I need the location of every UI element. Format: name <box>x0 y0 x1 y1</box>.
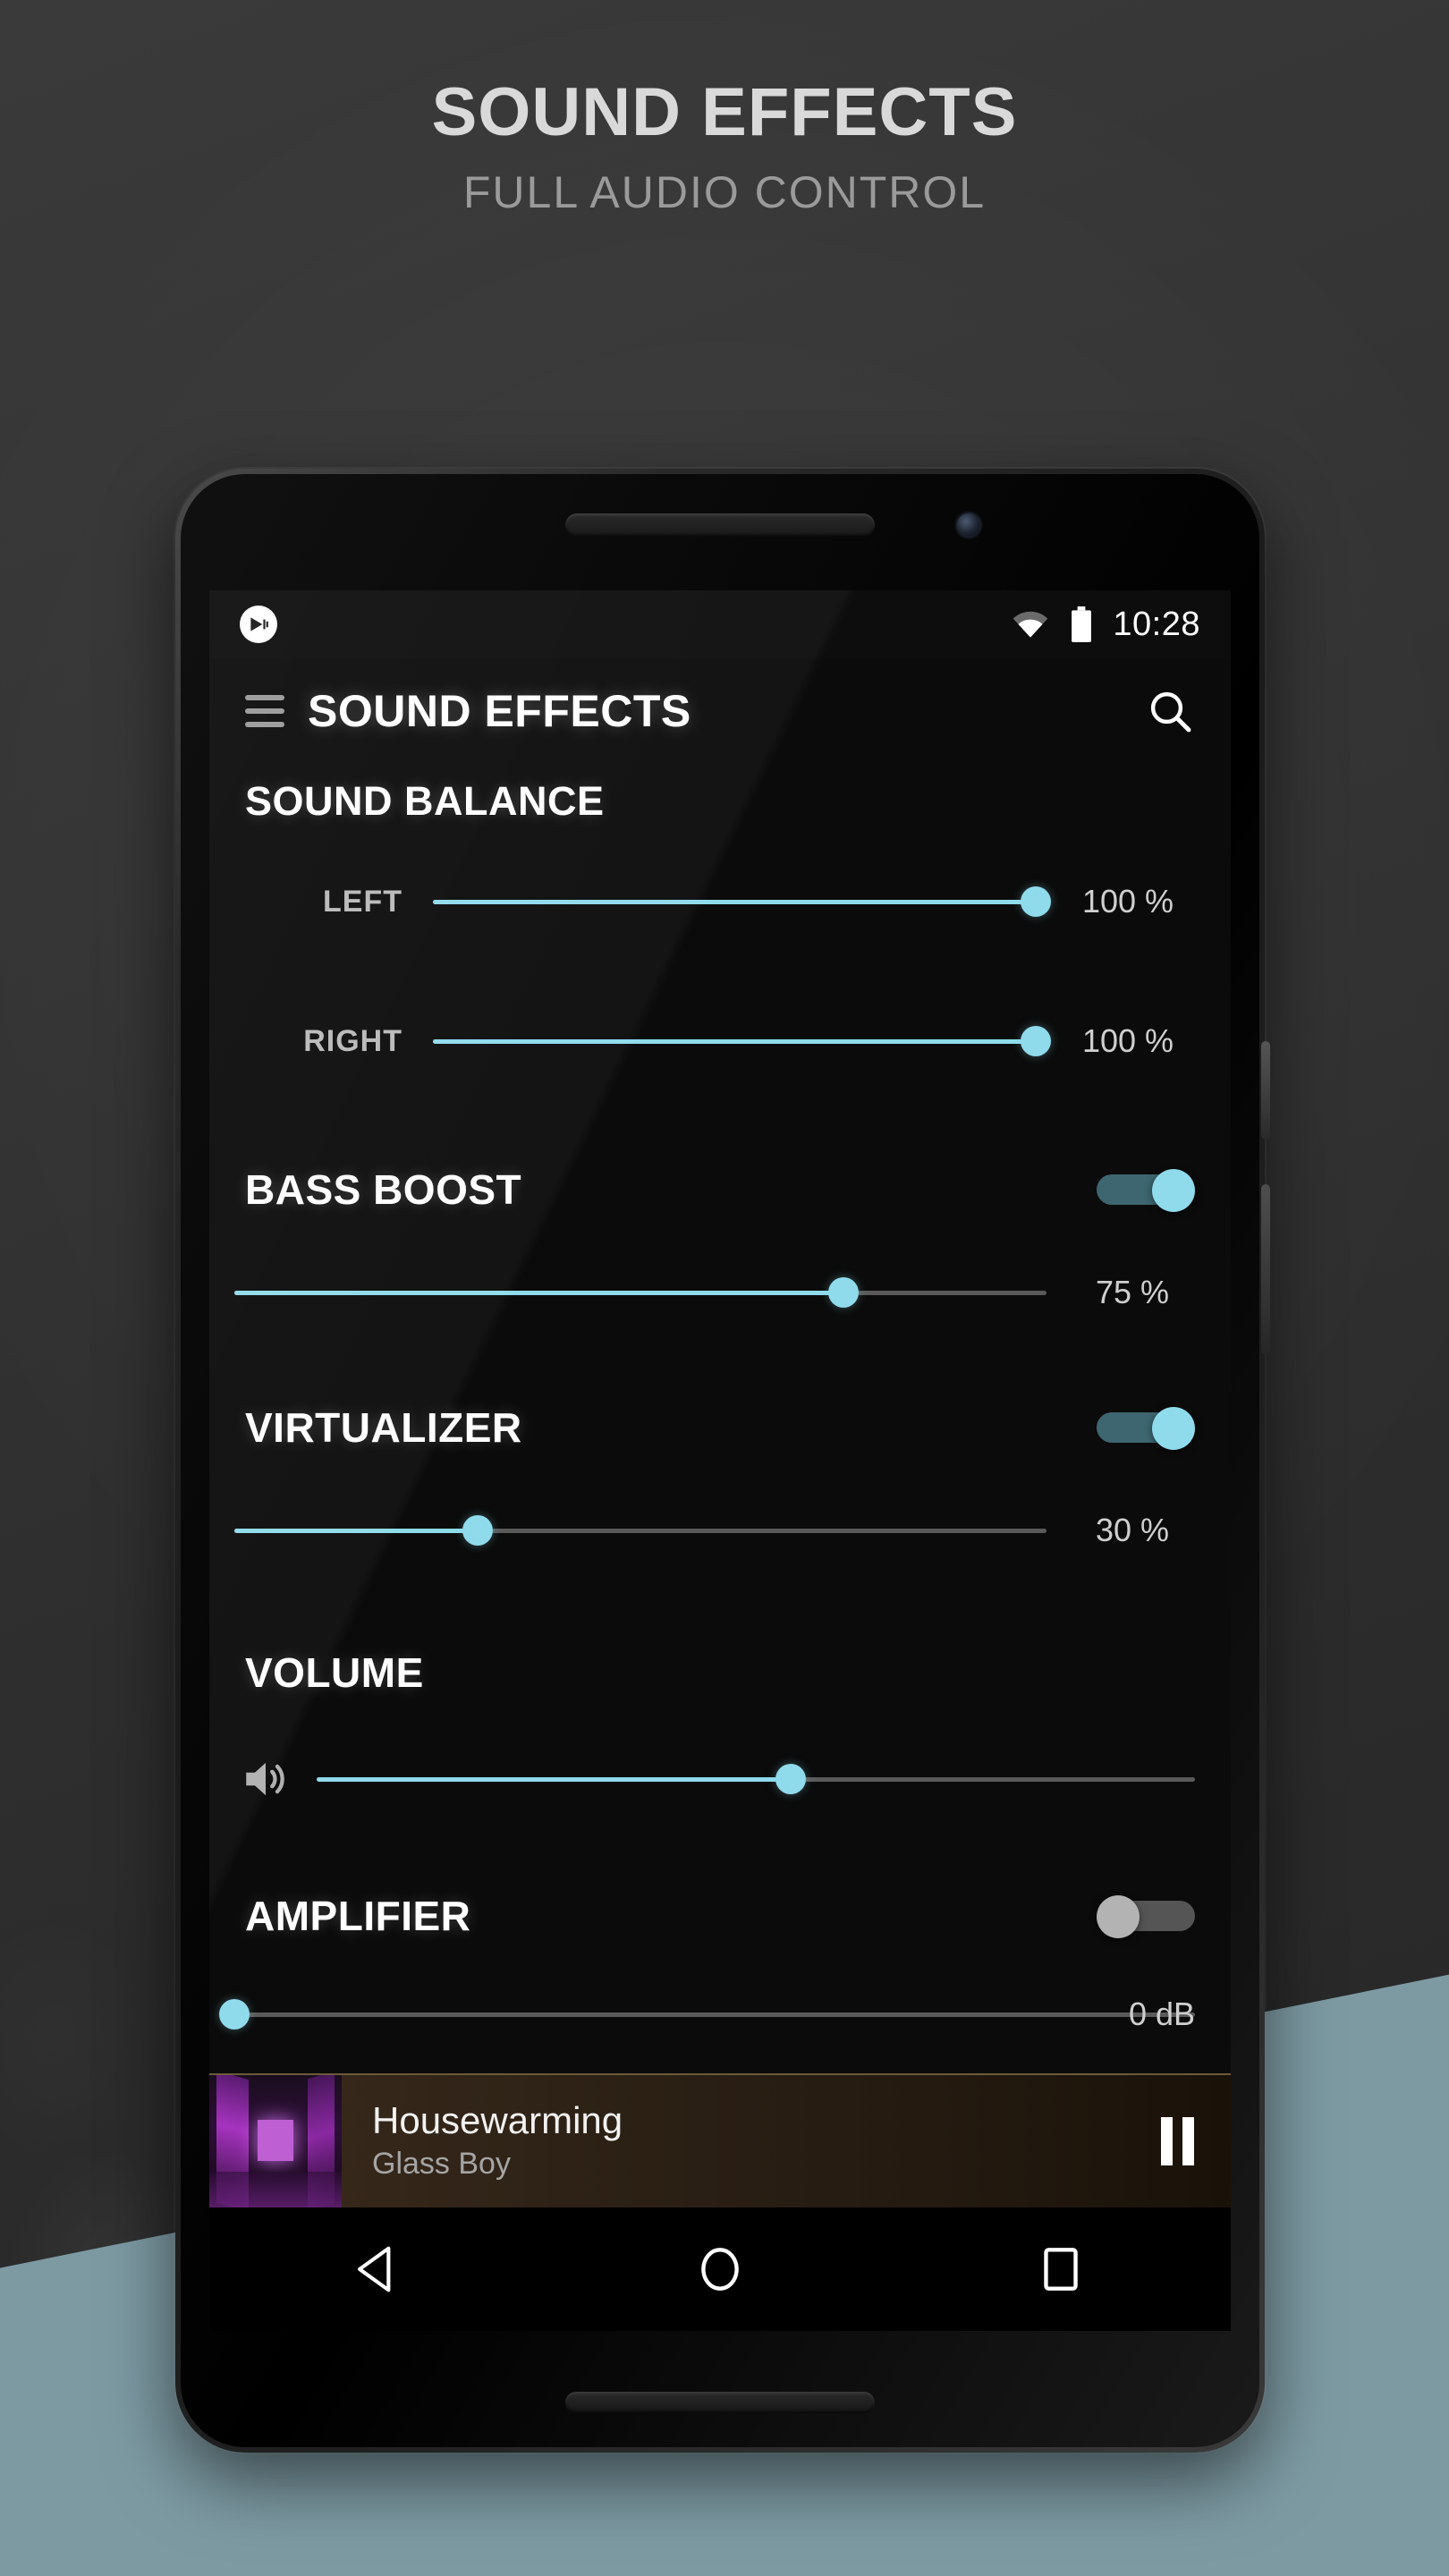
toggle-amplifier[interactable] <box>1097 1895 1195 1938</box>
status-bar-clock: 10:28 <box>1113 605 1200 643</box>
slider-fill <box>317 1776 792 1782</box>
settings-content: SOUND BALANCE LEFT 100 % RIGHT 100 % BAS… <box>209 764 1231 2059</box>
slider-volume[interactable] <box>317 1758 1195 1801</box>
phone-front-camera <box>957 513 980 537</box>
play-badge-icon <box>240 606 277 643</box>
poster-title: SOUND EFFECTS <box>431 74 1018 150</box>
effect-slider-row-virtualizer: 30 % <box>209 1481 1231 1580</box>
balance-row-right: RIGHT 100 % <box>209 991 1231 1091</box>
battery-full-icon <box>1072 606 1092 642</box>
phone-screen: 10:28 SOUND EFFECTS SOUND BALANCE LEFT 1… <box>209 590 1231 2331</box>
slider-knob[interactable] <box>219 1999 250 2029</box>
poster-header: SOUND EFFECTS FULL AUDIO CONTROL <box>0 0 1449 217</box>
slider-fill <box>234 1528 479 1533</box>
toggle-knob <box>1152 1407 1195 1450</box>
effect-title-volume: VOLUME <box>245 1649 424 1696</box>
volume-slider-row <box>209 1726 1231 1832</box>
slider-fill <box>433 1038 1036 1044</box>
balance-label-right: RIGHT <box>303 1023 402 1058</box>
page-title: SOUND EFFECTS <box>308 686 691 736</box>
slider-virtualizer[interactable] <box>234 1509 1046 1552</box>
effect-title-virtualizer: VIRTUALIZER <box>245 1404 522 1451</box>
effect-title-bass-boost: BASS BOOST <box>245 1166 522 1213</box>
back-triangle-icon[interactable] <box>352 2241 407 2297</box>
effect-value-virtualizer: 30 % <box>1095 1512 1170 1548</box>
home-circle-icon[interactable] <box>692 2241 748 2297</box>
app-bar: SOUND EFFECTS <box>209 658 1231 764</box>
effect-title-amplifier: AMPLIFIER <box>245 1893 471 1939</box>
balance-row-left: LEFT 100 % <box>209 852 1231 952</box>
slider-knob[interactable] <box>828 1277 859 1308</box>
slider-knob[interactable] <box>775 1764 807 1794</box>
hamburger-menu-icon[interactable] <box>245 695 284 727</box>
android-navigation-bar <box>209 2207 1231 2331</box>
phone-volume-button[interactable] <box>1261 1041 1270 1140</box>
status-bar-icons: 10:28 <box>1011 606 1200 644</box>
recents-square-icon[interactable] <box>1033 2241 1089 2297</box>
slider-balance-right[interactable] <box>433 1020 1051 1063</box>
effect-slider-row-bass-boost: 75 % <box>209 1243 1231 1342</box>
balance-label-left: LEFT <box>323 884 402 919</box>
toggle-knob <box>1152 1169 1195 1212</box>
effect-header-amplifier: AMPLIFIER <box>209 1862 1231 1970</box>
effect-slider-row-amplifier: 0 dB <box>209 1970 1231 2059</box>
status-bar-notifications <box>240 606 277 643</box>
phone-bottom-speaker <box>565 2392 875 2413</box>
slider-bass-boost[interactable] <box>234 1271 1046 1314</box>
now-playing-track-title: Housewarming <box>372 2099 623 2142</box>
speaker-volume-icon[interactable] <box>240 1753 292 1805</box>
effect-header-bass-boost: BASS BOOST <box>209 1136 1231 1243</box>
slider-knob[interactable] <box>1021 886 1051 917</box>
effect-value-bass-boost: 75 % <box>1095 1274 1170 1310</box>
poster-root: SOUND EFFECTS FULL AUDIO CONTROL 10:28 S… <box>0 0 1449 2576</box>
search-icon[interactable] <box>1145 686 1195 736</box>
slider-track <box>234 2012 1195 2017</box>
wifi-icon <box>1013 611 1048 638</box>
slider-knob[interactable] <box>1021 1026 1051 1056</box>
toggle-virtualizer[interactable] <box>1097 1407 1195 1450</box>
slider-amplifier[interactable] <box>219 1993 1195 2036</box>
status-bar: 10:28 <box>209 590 1231 658</box>
toggle-bass-boost[interactable] <box>1097 1169 1195 1212</box>
slider-knob[interactable] <box>462 1515 494 1546</box>
slider-balance-left[interactable] <box>433 880 1051 923</box>
now-playing-artist: Glass Boy <box>372 2147 511 2182</box>
balance-value-left: 100 % <box>1081 883 1174 919</box>
now-playing-bar[interactable]: Housewarming Glass Boy <box>209 2073 1231 2207</box>
poster-subtitle: FULL AUDIO CONTROL <box>462 167 987 217</box>
pause-icon[interactable] <box>1123 2117 1231 2165</box>
section-heading-sound-balance: SOUND BALANCE <box>245 778 605 824</box>
phone-mockup: 10:28 SOUND EFFECTS SOUND BALANCE LEFT 1… <box>175 469 1270 2453</box>
phone-earpiece-speaker <box>565 513 875 537</box>
phone-power-button[interactable] <box>1261 1184 1270 1354</box>
balance-value-right: 100 % <box>1081 1022 1174 1059</box>
album-art-neon-corridor <box>209 2075 342 2207</box>
slider-fill <box>433 899 1036 904</box>
now-playing-text: Housewarming Glass Boy <box>342 2099 1123 2183</box>
toggle-knob <box>1097 1895 1140 1938</box>
slider-fill <box>234 1290 843 1295</box>
effect-value-amplifier: 0 dB <box>1128 1996 1195 2032</box>
effect-header-volume: VOLUME <box>209 1619 1231 1726</box>
effect-header-virtualizer: VIRTUALIZER <box>209 1374 1231 1481</box>
